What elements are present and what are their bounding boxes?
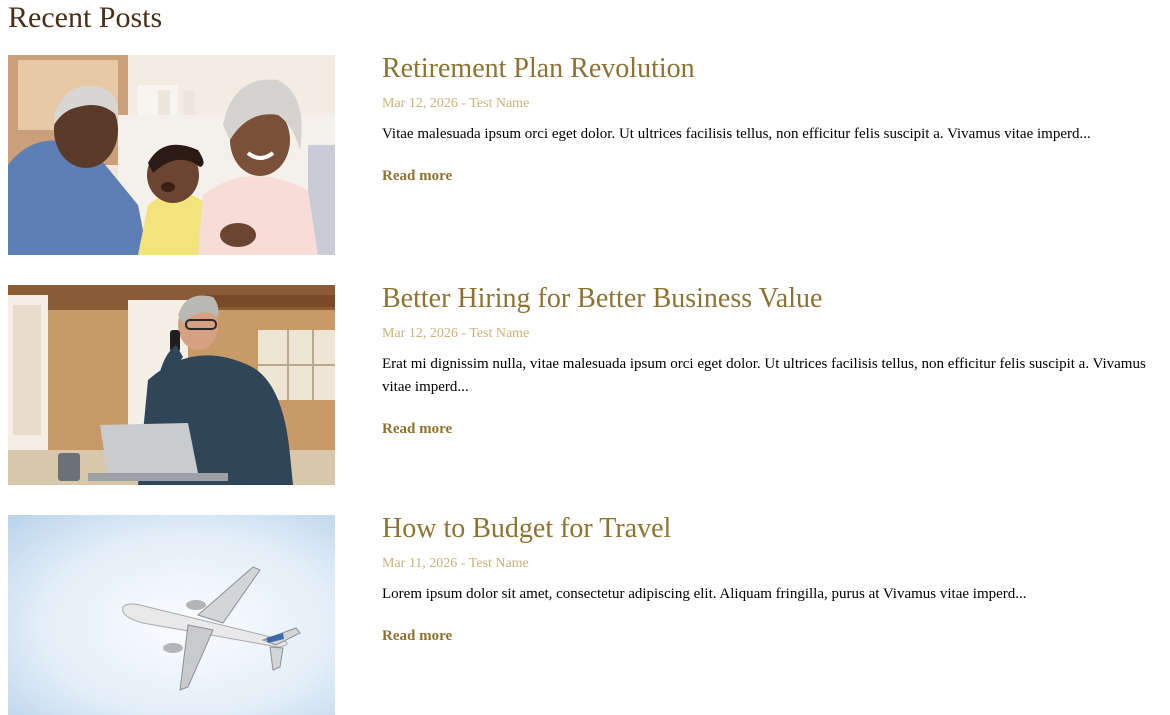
post-title-link[interactable]: How to Budget for Travel [382,513,671,545]
post-thumbnail-link[interactable] [8,285,335,485]
post-excerpt: Lorem ipsum dolor sit amet, consectetur … [382,586,1027,602]
post-thumbnail-link[interactable] [8,515,335,715]
post-title-link[interactable]: Better Hiring for Better Business Value [382,283,822,315]
airplane-in-sky-photo [8,515,335,715]
post-title-link[interactable]: Retirement Plan Revolution [382,53,695,85]
post-card: Better Hiring for Better Business Value … [8,283,1158,485]
post-card: Retirement Plan Revolution Mar 12, 2026 … [8,53,1158,255]
post-card: How to Budget for Travel Mar 11, 2026 - … [8,513,1158,715]
man-on-phone-in-workshop-photo [8,285,335,485]
post-excerpt: Vitae malesuada ipsum orci eget dolor. U… [382,126,1091,142]
read-more-link[interactable]: Read more [382,627,452,645]
post-meta: Mar 11, 2026 - Test Name [382,556,529,571]
post-thumbnail-link[interactable] [8,55,335,255]
section-title: Recent Posts [8,1,163,34]
post-excerpt: Erat mi dignissim nulla, vitae malesuada… [382,356,1146,395]
read-more-link[interactable]: Read more [382,420,452,438]
post-meta: Mar 12, 2026 - Test Name [382,96,530,111]
grandparents-with-toddler-photo [8,55,335,255]
read-more-link[interactable]: Read more [382,167,452,185]
post-meta: Mar 12, 2026 - Test Name [382,326,530,341]
